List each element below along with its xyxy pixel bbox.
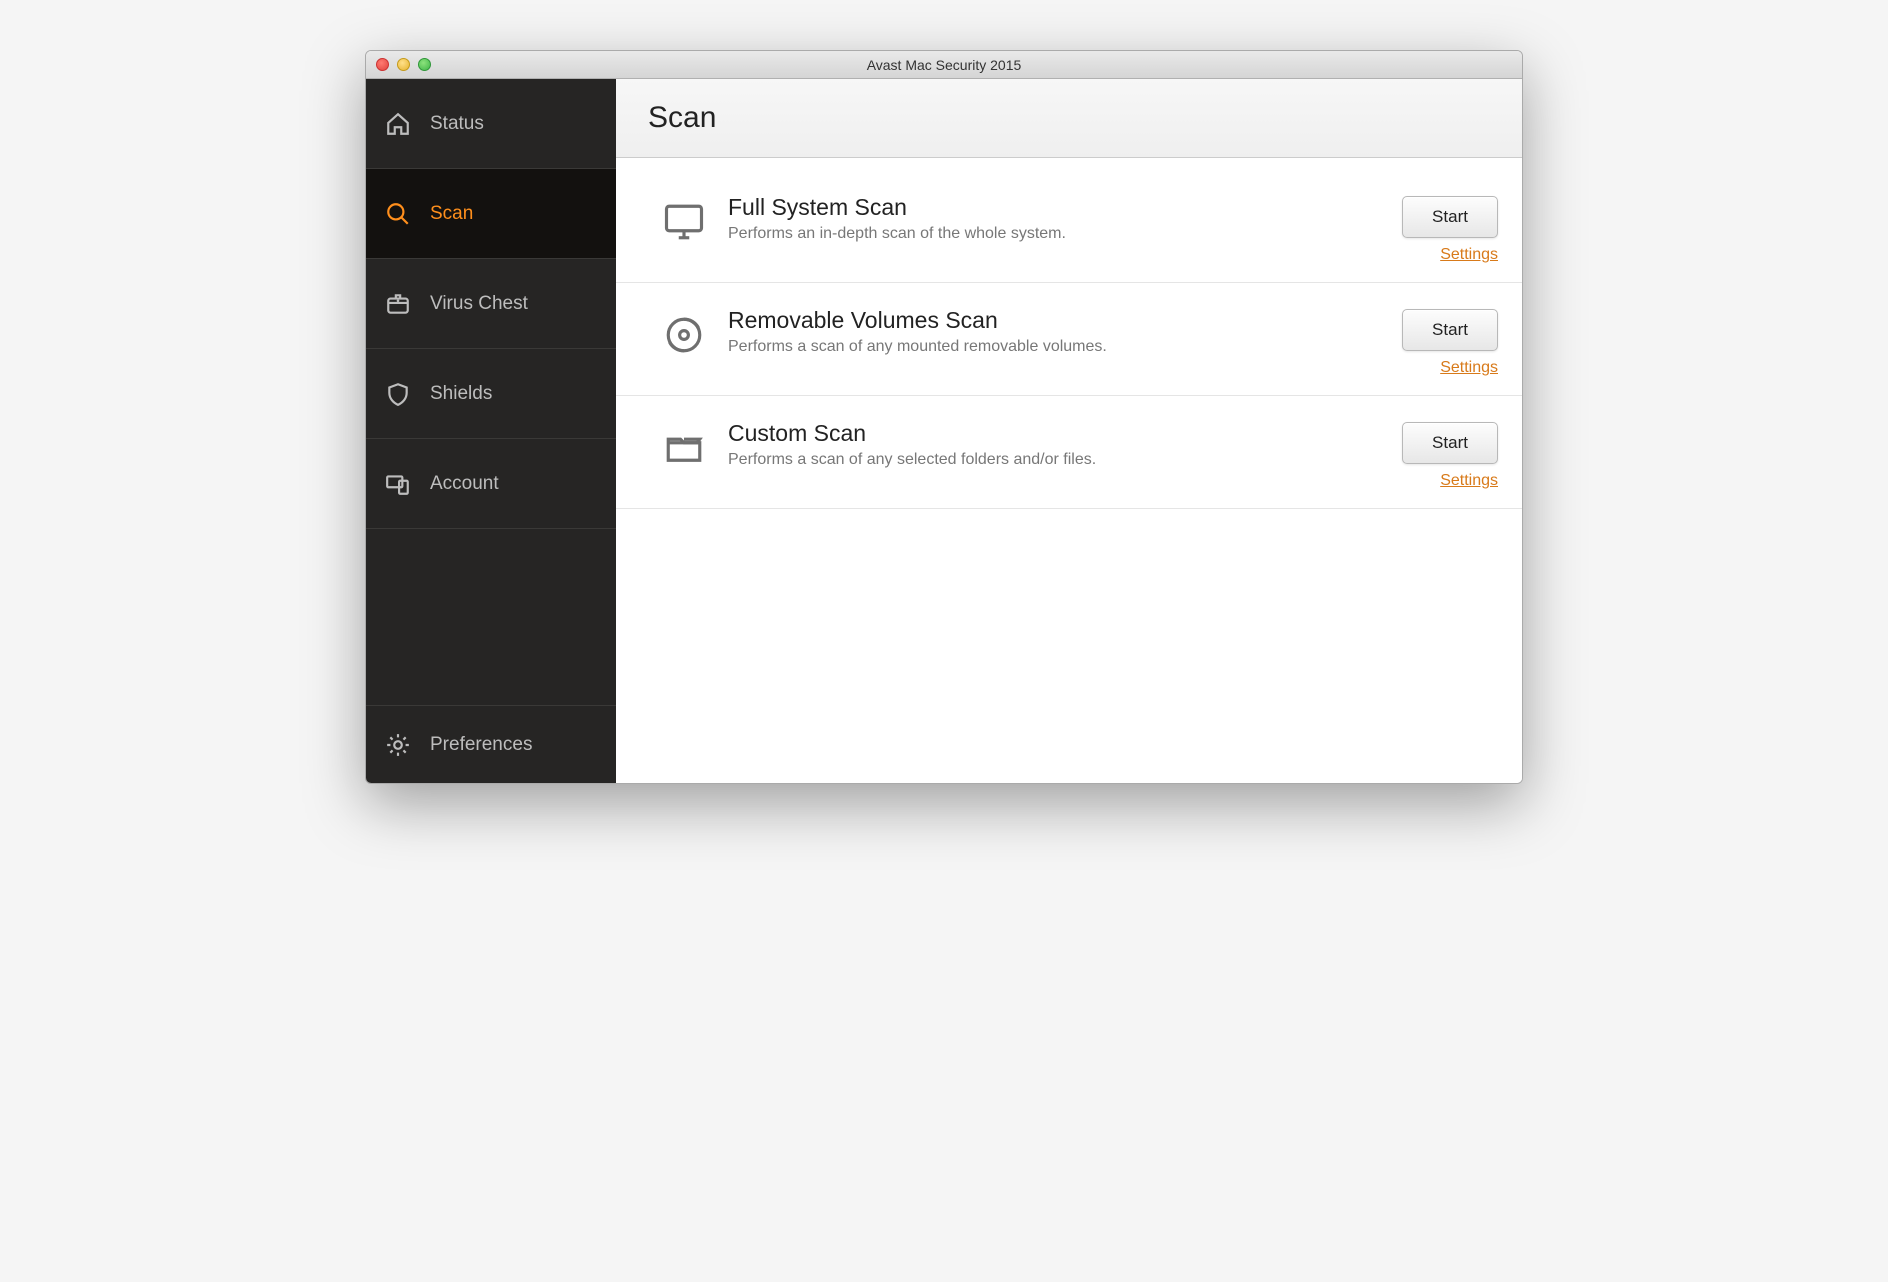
scan-text: Removable Volumes Scan Performs a scan o…: [712, 307, 1402, 356]
scan-text: Custom Scan Performs a scan of any selec…: [712, 420, 1402, 469]
gear-icon: [384, 731, 412, 759]
close-window-button[interactable]: [376, 58, 389, 71]
folder-icon: [656, 420, 712, 476]
sidebar-item-preferences[interactable]: Preferences: [366, 705, 616, 783]
sidebar-spacer: [366, 529, 616, 705]
scan-description: Performs a scan of any selected folders …: [728, 451, 1402, 469]
chest-icon: [384, 290, 412, 318]
start-button[interactable]: Start: [1402, 309, 1498, 351]
sidebar-item-label: Shields: [430, 383, 492, 405]
page-title: Scan: [648, 101, 1490, 135]
home-icon: [384, 110, 412, 138]
sidebar-item-status[interactable]: Status: [366, 79, 616, 169]
sidebar: Status Scan Virus Chest Shields: [366, 79, 616, 783]
start-button[interactable]: Start: [1402, 422, 1498, 464]
scan-description: Performs a scan of any mounted removable…: [728, 338, 1402, 356]
scan-actions: Start Settings: [1402, 420, 1498, 490]
sidebar-item-label: Scan: [430, 203, 473, 225]
settings-link[interactable]: Settings: [1440, 472, 1498, 490]
scan-row-removable: Removable Volumes Scan Performs a scan o…: [616, 283, 1522, 396]
page-header: Scan: [616, 79, 1522, 158]
main-area: Scan Full System Scan Performs an in-dep…: [616, 79, 1522, 783]
sidebar-footer-label: Preferences: [430, 734, 532, 756]
scan-row-full-system: Full System Scan Performs an in-depth sc…: [616, 170, 1522, 283]
zoom-window-button[interactable]: [418, 58, 431, 71]
settings-link[interactable]: Settings: [1440, 359, 1498, 377]
scan-row-custom: Custom Scan Performs a scan of any selec…: [616, 396, 1522, 509]
sidebar-item-scan[interactable]: Scan: [366, 169, 616, 259]
window-title: Avast Mac Security 2015: [366, 57, 1522, 73]
scan-description: Performs an in-depth scan of the whole s…: [728, 225, 1402, 243]
sidebar-item-shields[interactable]: Shields: [366, 349, 616, 439]
traffic-lights: [366, 58, 431, 71]
scan-actions: Start Settings: [1402, 194, 1498, 264]
shield-icon: [384, 380, 412, 408]
scan-title: Custom Scan: [728, 420, 1402, 447]
scan-text: Full System Scan Performs an in-depth sc…: [712, 194, 1402, 243]
sidebar-item-account[interactable]: Account: [366, 439, 616, 529]
sidebar-item-label: Virus Chest: [430, 293, 528, 315]
devices-icon: [384, 470, 412, 498]
search-icon: [384, 200, 412, 228]
monitor-icon: [656, 194, 712, 250]
app-window: Avast Mac Security 2015 Status Scan Vi: [365, 50, 1523, 784]
minimize-window-button[interactable]: [397, 58, 410, 71]
scan-list: Full System Scan Performs an in-depth sc…: [616, 158, 1522, 509]
sidebar-item-label: Status: [430, 113, 484, 135]
sidebar-item-virus-chest[interactable]: Virus Chest: [366, 259, 616, 349]
scan-actions: Start Settings: [1402, 307, 1498, 377]
scan-title: Full System Scan: [728, 194, 1402, 221]
start-button[interactable]: Start: [1402, 196, 1498, 238]
sidebar-item-label: Account: [430, 473, 499, 495]
titlebar: Avast Mac Security 2015: [366, 51, 1522, 79]
scan-title: Removable Volumes Scan: [728, 307, 1402, 334]
disc-icon: [656, 307, 712, 363]
window-body: Status Scan Virus Chest Shields: [366, 79, 1522, 783]
settings-link[interactable]: Settings: [1440, 246, 1498, 264]
